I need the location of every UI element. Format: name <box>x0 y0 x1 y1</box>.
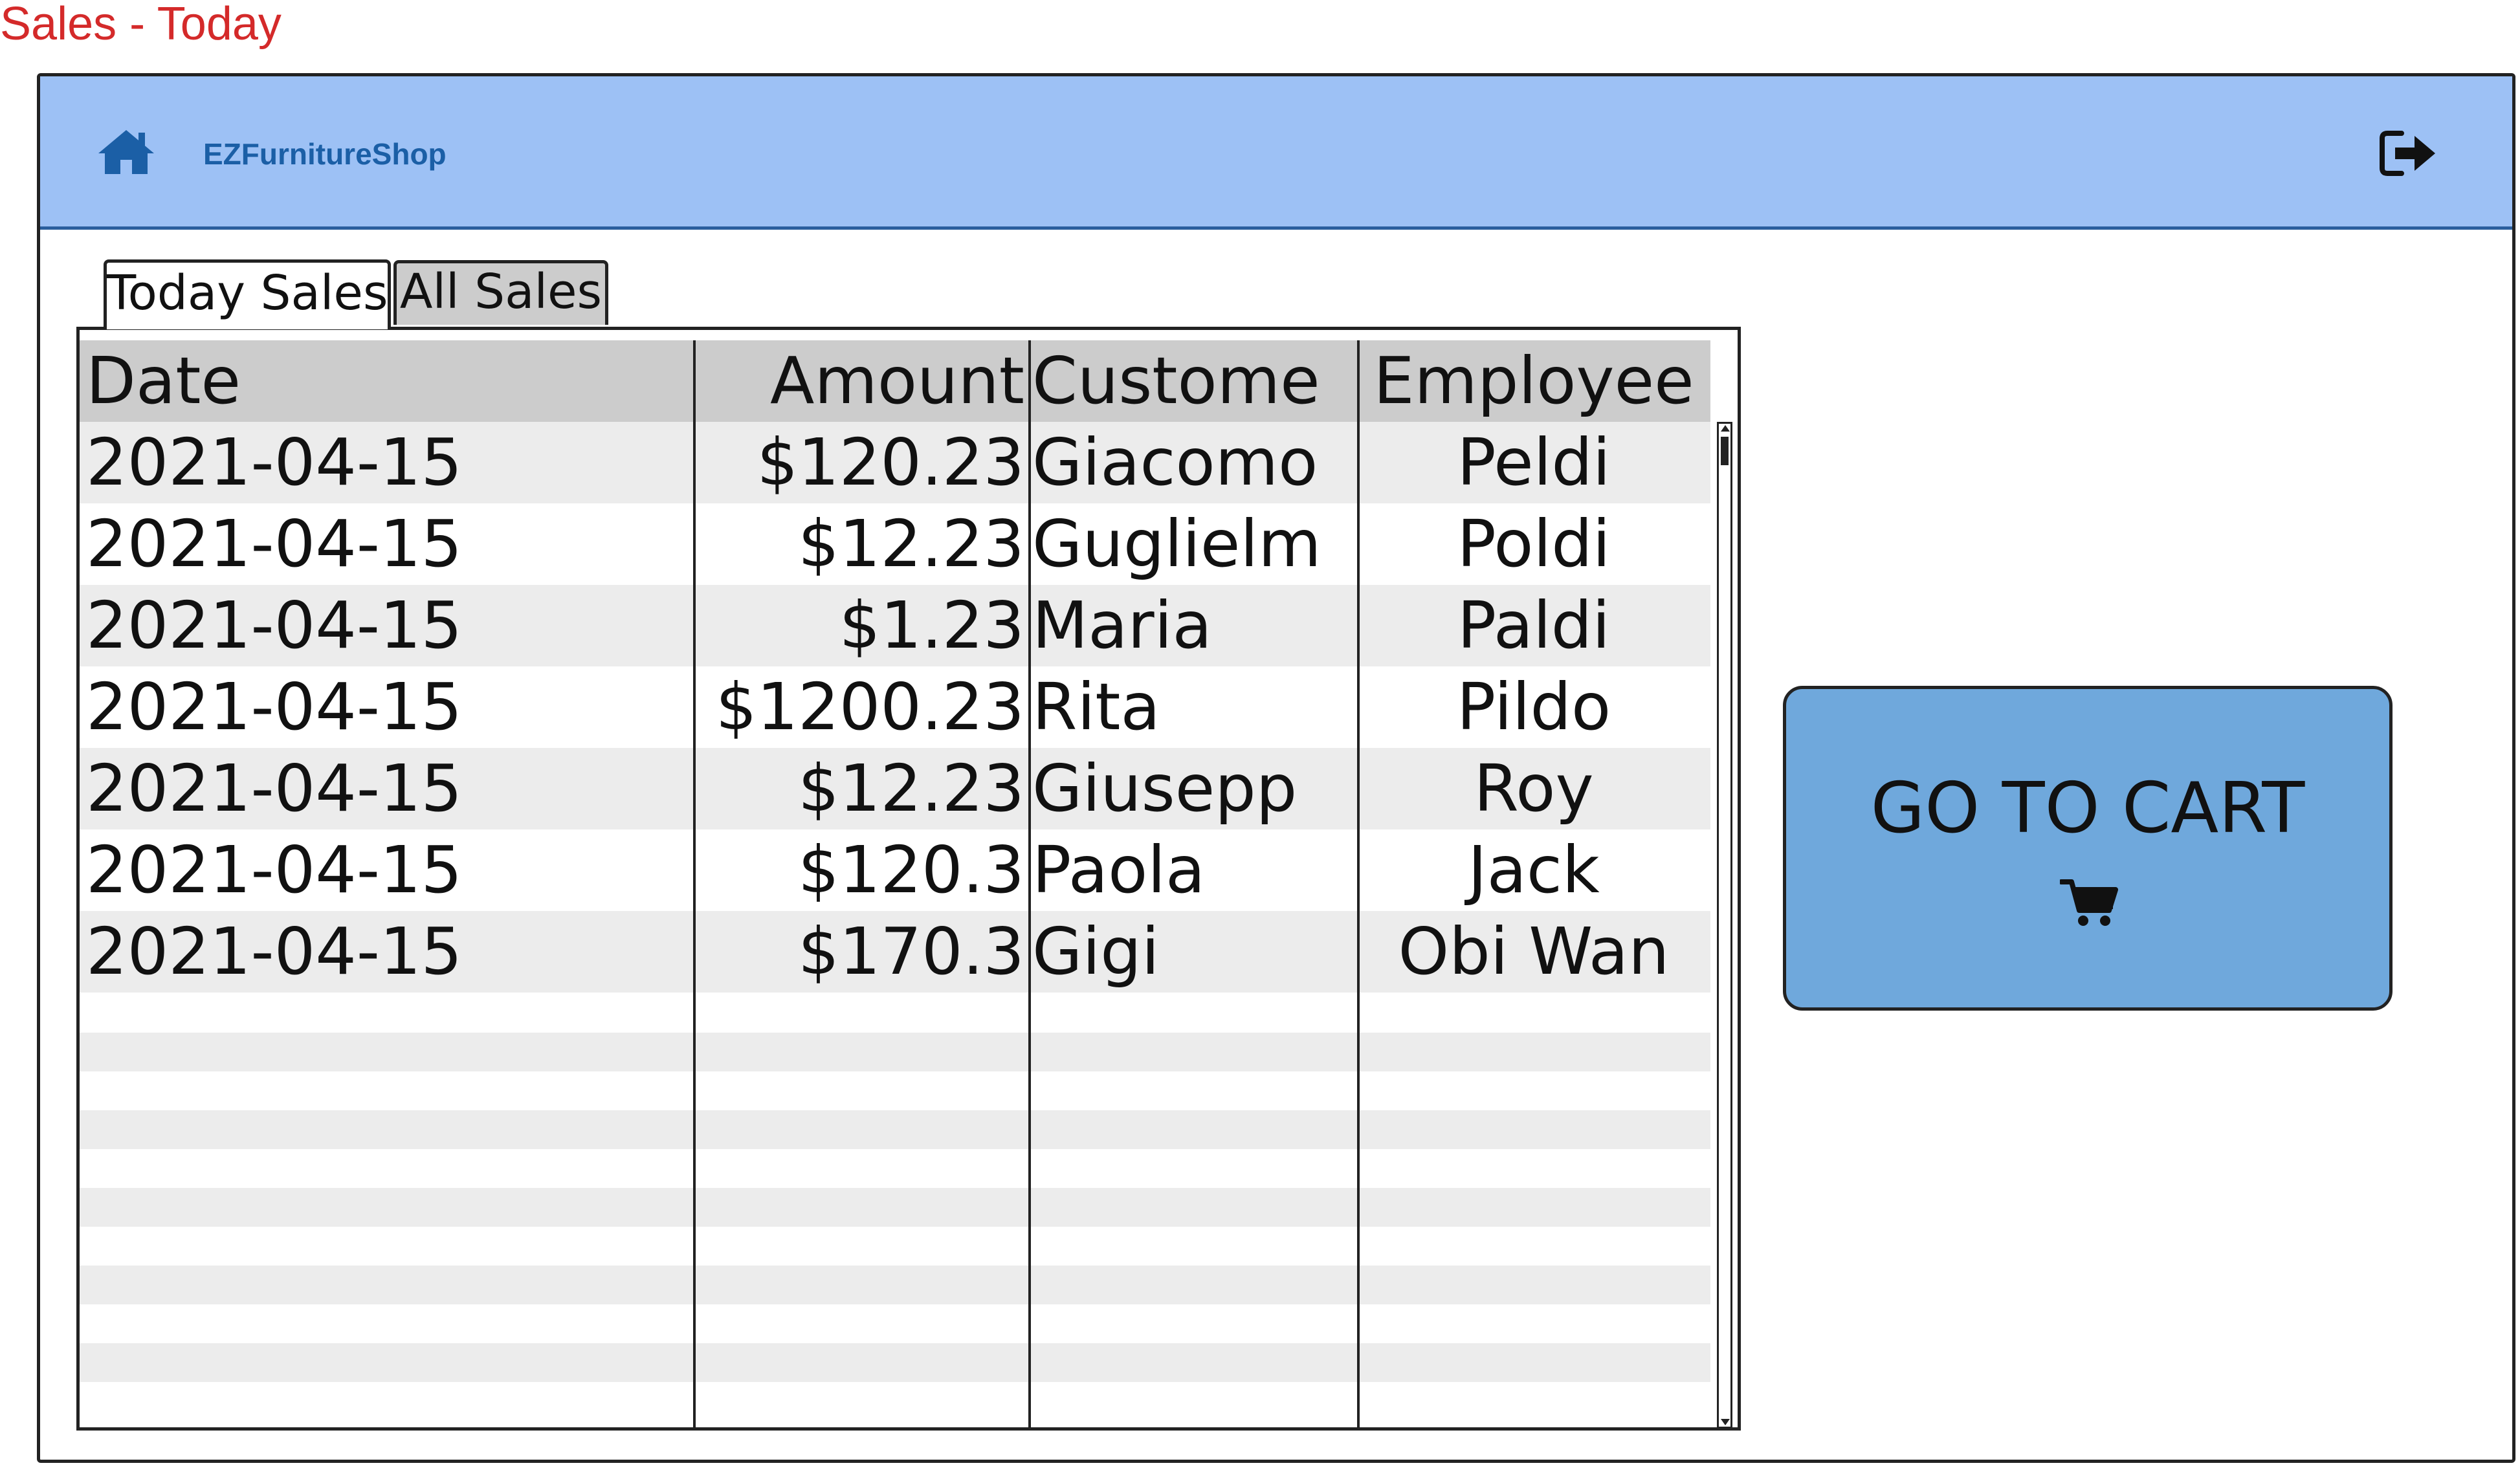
cart-button-label: GO TO CART <box>1870 768 2305 849</box>
cell-amount: $170.3 <box>798 914 1024 989</box>
empty-row <box>80 1266 1710 1304</box>
cell-employee: Roy <box>1474 751 1594 826</box>
cell-amount: $120.3 <box>798 832 1024 908</box>
cell-date: 2021-04-15 <box>86 424 463 500</box>
cell-customer: Guglielm <box>1032 506 1321 582</box>
cell-amount: $12.23 <box>798 751 1024 826</box>
cell-customer: Gigi <box>1032 914 1160 989</box>
table-row[interactable]: 2021-04-15 $120.23 Giacomo Peldi <box>80 422 1710 503</box>
top-navbar: EZFurnitureShop <box>40 76 2512 230</box>
cell-customer: Giusepp <box>1032 751 1298 826</box>
empty-row <box>80 1188 1710 1227</box>
home-icon[interactable] <box>97 127 155 175</box>
scroll-down-arrow-icon[interactable] <box>1721 1419 1730 1425</box>
cell-employee: Paldi <box>1457 587 1611 663</box>
empty-row <box>80 1110 1710 1149</box>
cell-customer: Maria <box>1032 587 1212 663</box>
table-row[interactable]: 2021-04-15 $12.23 Guglielm Poldi <box>80 503 1710 585</box>
table-row[interactable]: 2021-04-15 $1200.23 Rita Pildo <box>80 666 1710 748</box>
tab-today-sales[interactable]: Today Sales <box>104 259 391 329</box>
cell-customer: Rita <box>1032 669 1160 745</box>
cell-amount: $120.23 <box>757 424 1024 500</box>
empty-row <box>80 1033 1710 1071</box>
cell-date: 2021-04-15 <box>86 751 463 826</box>
cell-date: 2021-04-15 <box>86 506 463 582</box>
table-row[interactable]: 2021-04-15 $170.3 Gigi Obi Wan <box>80 911 1710 993</box>
cell-employee: Peldi <box>1457 424 1611 500</box>
table-row[interactable]: 2021-04-15 $1.23 Maria Paldi <box>80 585 1710 666</box>
table-row[interactable]: 2021-04-15 $12.23 Giusepp Roy <box>80 748 1710 829</box>
column-header-customer[interactable]: Custome <box>1028 340 1357 422</box>
scroll-up-arrow-icon[interactable] <box>1721 425 1730 432</box>
cart-icon <box>2060 879 2118 926</box>
cell-employee: Pildo <box>1456 669 1611 745</box>
cell-employee: Jack <box>1468 832 1600 908</box>
cell-date: 2021-04-15 <box>86 669 463 745</box>
cell-amount: $12.23 <box>798 506 1024 582</box>
logout-icon[interactable] <box>2380 129 2439 177</box>
tab-all-sales[interactable]: All Sales <box>393 260 608 325</box>
sales-table: Date Amount Custome Employee 2021-04-15 … <box>76 327 1741 1431</box>
cell-date: 2021-04-15 <box>86 587 463 663</box>
scroll-thumb[interactable] <box>1721 437 1729 465</box>
column-header-employee[interactable]: Employee <box>1357 340 1710 422</box>
cell-employee: Obi Wan <box>1398 914 1670 989</box>
empty-row <box>80 1343 1710 1382</box>
column-divider <box>1028 340 1031 1427</box>
go-to-cart-button[interactable]: GO TO CART <box>1783 686 2393 1011</box>
cell-amount: $1200.23 <box>715 669 1024 745</box>
cell-employee: Poldi <box>1457 506 1611 582</box>
cell-date: 2021-04-15 <box>86 914 463 989</box>
column-divider <box>693 340 696 1427</box>
cell-customer: Paola <box>1032 832 1206 908</box>
table-scrollbar[interactable] <box>1717 422 1732 1427</box>
brand-name[interactable]: EZFurnitureShop <box>203 136 447 172</box>
column-header-amount[interactable]: Amount <box>693 340 1028 422</box>
table-row[interactable]: 2021-04-15 $120.3 Paola Jack <box>80 829 1710 911</box>
table-header-row: Date Amount Custome Employee <box>80 340 1710 422</box>
cell-amount: $1.23 <box>839 587 1024 663</box>
cell-customer: Giacomo <box>1032 424 1318 500</box>
column-divider <box>1357 340 1360 1427</box>
app-window: EZFurnitureShop Today Sales All Sales Da… <box>37 73 2515 1463</box>
cell-date: 2021-04-15 <box>86 832 463 908</box>
column-header-date[interactable]: Date <box>80 340 693 422</box>
page-title: Sales - Today <box>0 0 282 50</box>
